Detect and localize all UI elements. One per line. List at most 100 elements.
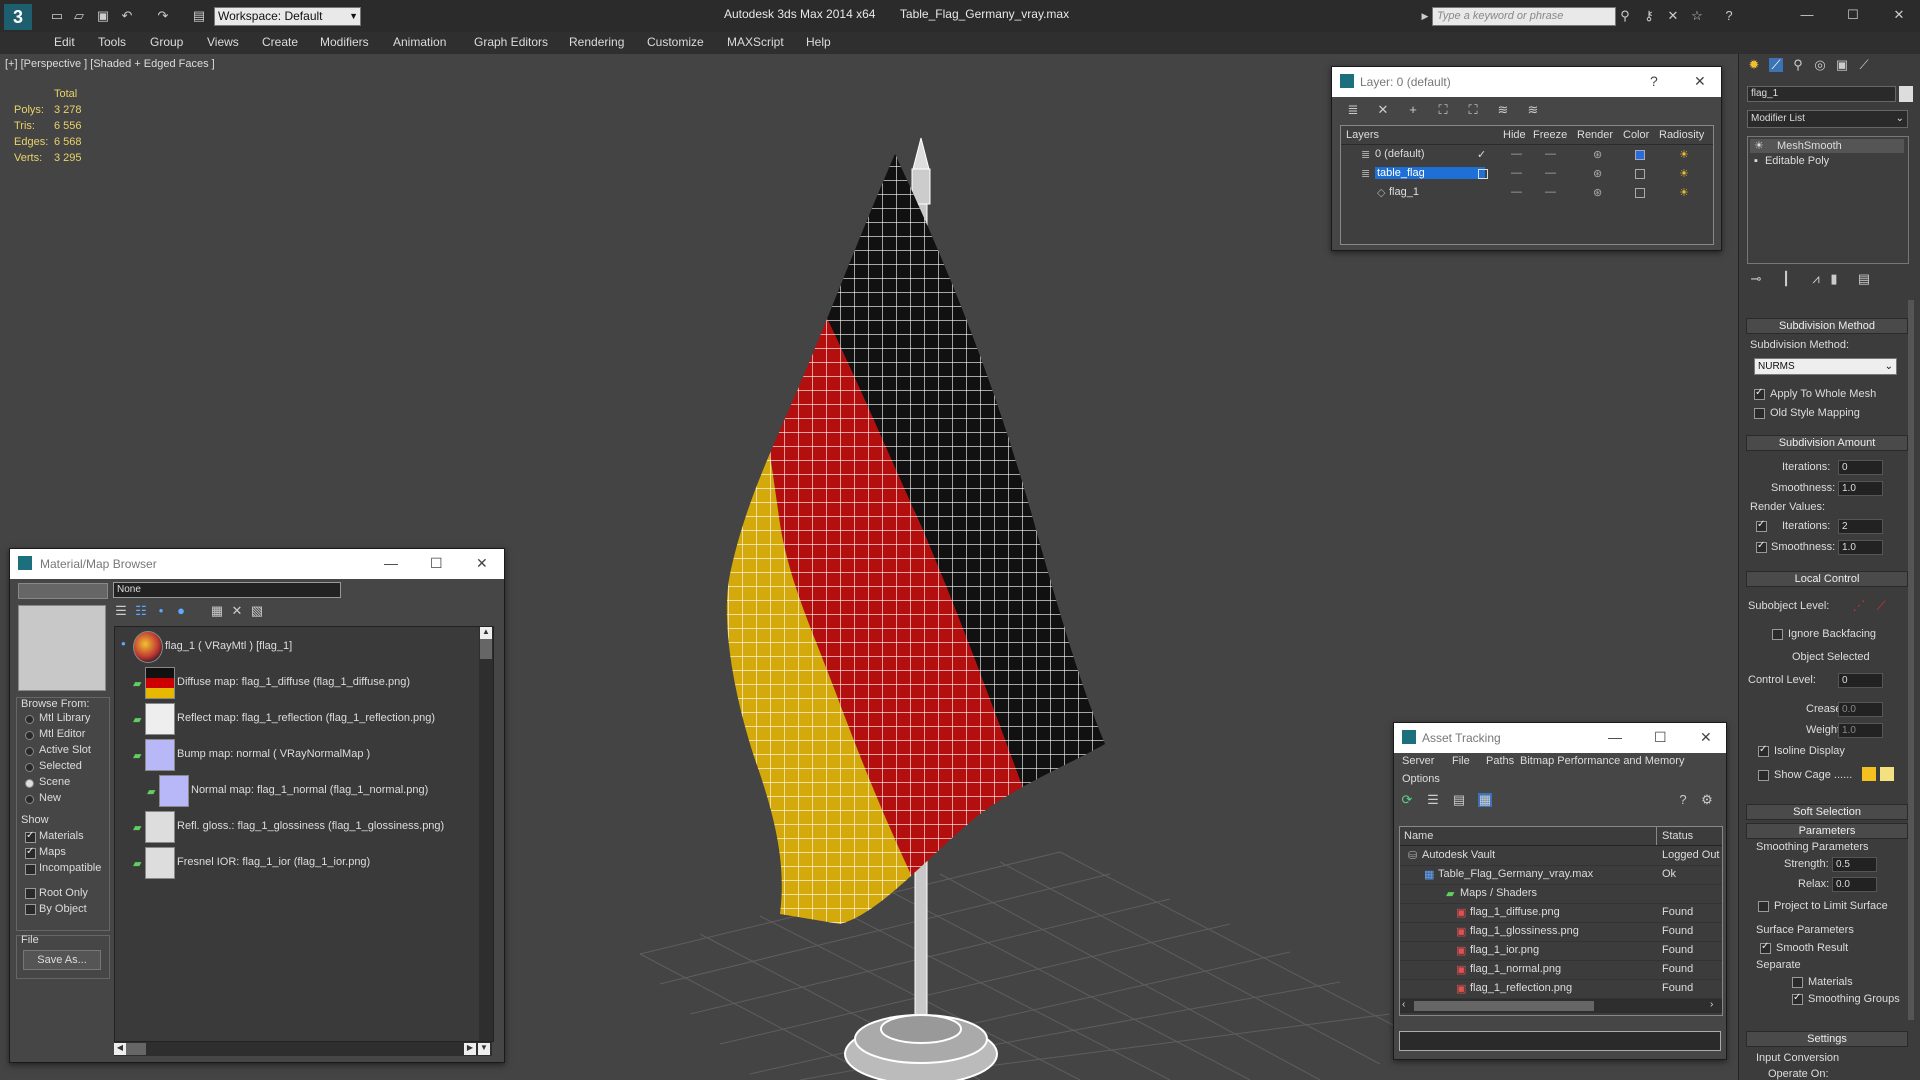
layer-row[interactable]: ◇ flag_1 — — ⊛ ☀ — [1341, 184, 1713, 202]
rollout-parameters[interactable]: Parameters — [1746, 823, 1908, 839]
binoculars-icon[interactable]: ⚲ — [1618, 9, 1632, 23]
column-divider[interactable] — [1656, 827, 1657, 845]
layer-col-hide[interactable]: Hide — [1503, 129, 1526, 141]
current-layer-check[interactable]: ✓ — [1477, 148, 1486, 161]
ignore-backfacing-checkbox[interactable] — [1772, 629, 1783, 640]
asset-menu-options[interactable]: Options — [1402, 773, 1440, 785]
object-color-swatch[interactable] — [1899, 86, 1913, 102]
minimize-icon[interactable]: — — [384, 555, 398, 571]
render-smoothness-spinner[interactable]: 1.0 — [1838, 540, 1883, 555]
freeze-toggle[interactable]: — — [1545, 148, 1556, 160]
relax-spinner[interactable]: 0.0 — [1832, 877, 1877, 892]
search-arrow-icon[interactable]: ▶ — [1418, 9, 1432, 23]
close-icon[interactable]: ✕ — [1700, 729, 1712, 746]
close-icon[interactable]: ✕ — [1892, 8, 1906, 22]
small-icons-icon[interactable]: • — [154, 604, 168, 618]
asset-col-name[interactable]: Name — [1404, 830, 1433, 842]
material-tree-item[interactable]: ● flag_1 ( VRayMtl ) [flag_1] — [115, 631, 475, 663]
material-window-titlebar[interactable]: Material/Map Browser — ☐ ✕ — [10, 549, 504, 579]
hierarchy-tab-icon[interactable]: ⚲ — [1791, 58, 1805, 72]
asset-row[interactable]: ▣ flag_1_diffuse.png Found — [1400, 903, 1722, 923]
highlight-layer-icon[interactable]: ⛶ — [1466, 103, 1480, 117]
materials-checkbox[interactable] — [1792, 977, 1803, 988]
list-view-icon[interactable]: ☰ — [114, 604, 128, 618]
layer-col-render[interactable]: Render — [1577, 129, 1613, 141]
show-checkbox-materials[interactable] — [25, 830, 36, 843]
material-tree[interactable]: ● flag_1 ( VRayMtl ) [flag_1] ▰ Diffuse map… — [114, 626, 494, 1042]
stack-item-meshsmooth[interactable]: ☀ MeshSmooth — [1750, 139, 1904, 153]
smoothing-groups-checkbox[interactable] — [1792, 992, 1803, 1005]
crease-spinner[interactable]: 0.0 — [1838, 702, 1883, 717]
communication-icon[interactable]: ✕ — [1666, 9, 1680, 23]
redo-icon[interactable]: ↷ — [156, 9, 170, 23]
save-as-button[interactable]: Save As... — [23, 950, 101, 970]
modifier-stack[interactable]: ☀ MeshSmooth ▪ Editable Poly — [1747, 136, 1909, 264]
utilities-tab-icon[interactable]: ⟋ — [1857, 58, 1871, 72]
menu-create[interactable]: Create — [262, 35, 298, 49]
scroll-thumb[interactable] — [1414, 1001, 1594, 1011]
color-swatch[interactable] — [1635, 150, 1645, 160]
show-cage-checkbox[interactable] — [1758, 770, 1769, 781]
render-toggle-icon[interactable]: ⊛ — [1593, 148, 1602, 161]
menu-tools[interactable]: Tools — [98, 35, 126, 49]
large-icons-icon[interactable]: ● — [174, 604, 188, 618]
asset-row[interactable]: ▣ flag_1_normal.png Found — [1400, 960, 1722, 980]
browse-radio-active-slot[interactable] — [25, 747, 34, 756]
apply-whole-mesh-checkbox[interactable] — [1754, 387, 1765, 400]
minimize-icon[interactable]: — — [1800, 8, 1814, 22]
set-current-box[interactable] — [1478, 169, 1488, 179]
help-icon[interactable]: ? — [1722, 9, 1736, 23]
scroll-thumb[interactable] — [126, 1043, 146, 1055]
minimize-icon[interactable]: — — [1608, 729, 1622, 745]
material-map-browser-window[interactable]: Material/Map Browser — ☐ ✕ None ☰ ☷ • ● … — [9, 548, 505, 1063]
browse-radio-new[interactable] — [25, 795, 34, 804]
close-icon[interactable]: ✕ — [1694, 73, 1706, 90]
menu-modifiers[interactable]: Modifiers — [320, 35, 369, 49]
scroll-left-icon[interactable]: ‹ — [1402, 999, 1405, 1010]
rollout-subdivision-amount[interactable]: Subdivision Amount — [1746, 435, 1908, 451]
menu-rendering[interactable]: Rendering — [569, 35, 624, 49]
asset-tracking-window[interactable]: Asset Tracking — ☐ ✕ Server File Paths Bitm… — [1393, 722, 1727, 1060]
subdivision-method-dropdown[interactable]: NURMS ⌄ — [1754, 358, 1897, 375]
hide-toggle[interactable]: — — [1511, 186, 1522, 198]
modifier-list-dropdown[interactable]: Modifier List ⌄ — [1747, 110, 1908, 128]
isoline-display-checkbox[interactable] — [1758, 744, 1769, 757]
material-tree-item[interactable]: ▰ Refl. gloss.: flag_1_glossiness (flag_1… — [115, 811, 475, 843]
asset-row[interactable]: ⛁ Autodesk Vault Logged Out — [1400, 846, 1722, 866]
vertical-scrollbar[interactable]: ▲ — [479, 627, 493, 1041]
rollout-soft-selection[interactable]: Soft Selection — [1746, 804, 1908, 820]
control-level-spinner[interactable]: 0 — [1838, 673, 1883, 688]
delete-icon[interactable]: ✕ — [230, 604, 244, 618]
menu-maxscript[interactable]: MAXScript — [727, 35, 784, 49]
hide-toggle[interactable]: — — [1511, 167, 1522, 179]
create-layer-icon[interactable]: ≣ — [1346, 103, 1360, 117]
render-iterations-spinner[interactable]: 2 — [1838, 519, 1883, 534]
browse-radio-scene[interactable] — [25, 779, 34, 788]
scroll-thumb[interactable] — [480, 639, 492, 659]
cage-color-swatch-2[interactable] — [1880, 767, 1894, 781]
browse-radio-mtl-editor[interactable] — [25, 731, 34, 740]
asset-menu-server[interactable]: Server — [1402, 755, 1434, 767]
layer-window-titlebar[interactable]: Layer: 0 (default) ? ✕ — [1332, 67, 1721, 97]
filter-input[interactable]: None — [113, 582, 341, 598]
scroll-up-icon[interactable]: ▲ — [480, 627, 492, 639]
maximize-icon[interactable]: ☐ — [1654, 729, 1667, 746]
rollout-settings[interactable]: Settings — [1746, 1031, 1908, 1047]
old-style-mapping-checkbox[interactable] — [1754, 408, 1765, 419]
radiosity-icon[interactable]: ☀ — [1679, 148, 1689, 161]
show-end-result-icon[interactable]: ┃ — [1779, 272, 1793, 286]
layer-row[interactable]: ≣ 0 (default) ✓ — — ⊛ ☀ — [1341, 146, 1713, 164]
help-icon[interactable]: ? — [1676, 793, 1690, 807]
layer-name[interactable]: table_flag — [1375, 167, 1485, 179]
asset-menu-file[interactable]: File — [1452, 755, 1470, 767]
table-view-icon[interactable]: ▦ — [1478, 793, 1492, 807]
asset-row[interactable]: ▰ Maps / Shaders — [1400, 884, 1722, 904]
make-unique-icon[interactable]: ⩘ — [1809, 272, 1823, 286]
asset-row[interactable]: ▣ flag_1_glossiness.png Found — [1400, 922, 1722, 942]
command-panel-scrollbar[interactable] — [1908, 300, 1914, 1020]
maximize-icon[interactable]: ☐ — [1846, 8, 1860, 22]
tree-view-icon[interactable]: ☷ — [134, 604, 148, 618]
lightbulb-icon[interactable]: ☀ — [1754, 140, 1764, 152]
project-limit-checkbox[interactable] — [1758, 901, 1769, 912]
asset-window-titlebar[interactable]: Asset Tracking — ☐ ✕ — [1394, 723, 1726, 753]
